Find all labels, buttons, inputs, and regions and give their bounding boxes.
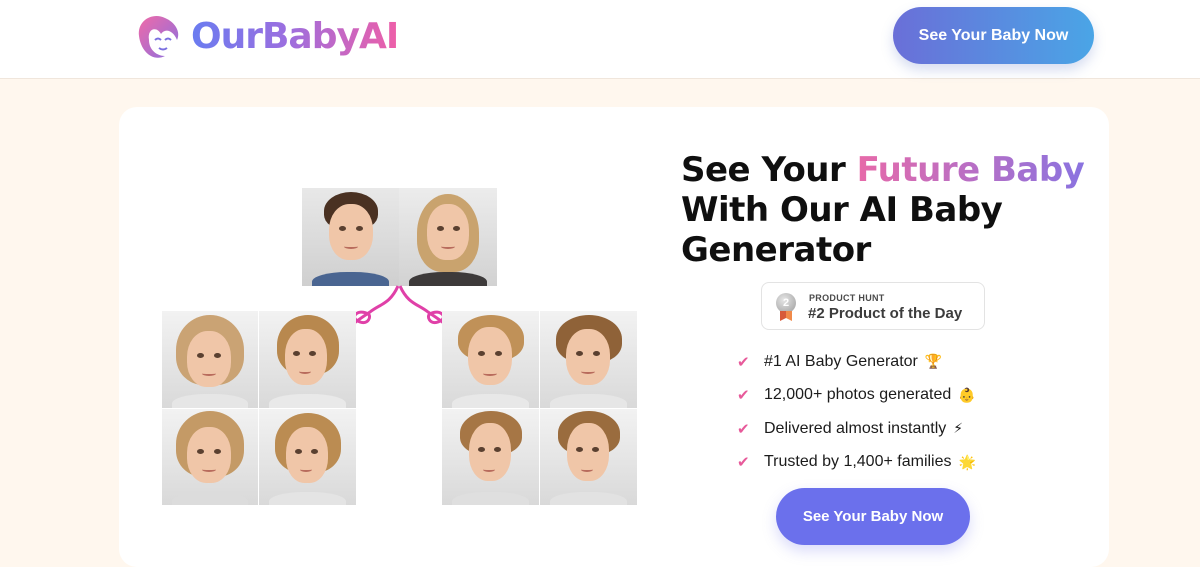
medal-ribbon-icon (780, 311, 792, 321)
star-icon: 🌟 (958, 453, 976, 470)
see-your-baby-button-header[interactable]: See Your Baby Now (893, 7, 1094, 64)
child-photo (442, 311, 539, 408)
list-item: ✔ Delivered almost instantly ⚡ (737, 412, 976, 446)
check-icon: ✔ (737, 454, 750, 472)
child-photo (162, 409, 258, 505)
trophy-icon: 🏆 (924, 353, 943, 370)
feature-text: 12,000+ photos generated (764, 386, 952, 404)
check-icon: ✔ (737, 387, 750, 405)
badge-kicker: PRODUCT HUNT (809, 293, 885, 303)
product-hunt-badge[interactable]: 2 PRODUCT HUNT #2 Product of the Day (761, 282, 985, 330)
child-photo (259, 409, 356, 505)
medal-icon: 2 (776, 293, 796, 313)
feature-text: Trusted by 1,400+ families (764, 453, 952, 471)
child-photo (162, 311, 258, 408)
feature-text: Delivered almost instantly (764, 419, 947, 437)
list-item: ✔ #1 AI Baby Generator 🏆 (737, 345, 976, 379)
child-photo (540, 311, 637, 408)
baby-icon: 👶 (958, 386, 976, 403)
feature-text: #1 AI Baby Generator (764, 352, 918, 370)
check-icon: ✔ (737, 353, 750, 371)
logo[interactable]: OurBabyAI (131, 10, 399, 62)
parent-photo-mother (399, 188, 497, 286)
site-header: OurBabyAI See Your Baby Now (0, 0, 1200, 79)
child-photo (259, 311, 356, 408)
headline-suffix: With Our AI Baby Generator (681, 190, 1003, 270)
see-your-baby-button[interactable]: See Your Baby Now (776, 488, 970, 545)
check-icon: ✔ (737, 420, 750, 438)
list-item: ✔ 12,000+ photos generated 👶 (737, 379, 976, 413)
child-photo (540, 409, 637, 505)
child-photo (442, 409, 539, 505)
hero-headline: See Your Future Baby With Our AI Baby Ge… (681, 150, 1101, 270)
logo-text: OurBabyAI (191, 15, 399, 57)
parent-photo-father (302, 188, 399, 286)
baby-face-logo-icon (131, 10, 185, 62)
headline-highlight: Future Baby (856, 150, 1085, 190)
lightning-icon: ⚡ (953, 420, 964, 437)
badge-title: #2 Product of the Day (808, 305, 963, 322)
list-item: ✔ Trusted by 1,400+ families 🌟 (737, 446, 976, 480)
headline-prefix: See Your (681, 150, 857, 190)
feature-list: ✔ #1 AI Baby Generator 🏆 ✔ 12,000+ photo… (737, 345, 976, 479)
